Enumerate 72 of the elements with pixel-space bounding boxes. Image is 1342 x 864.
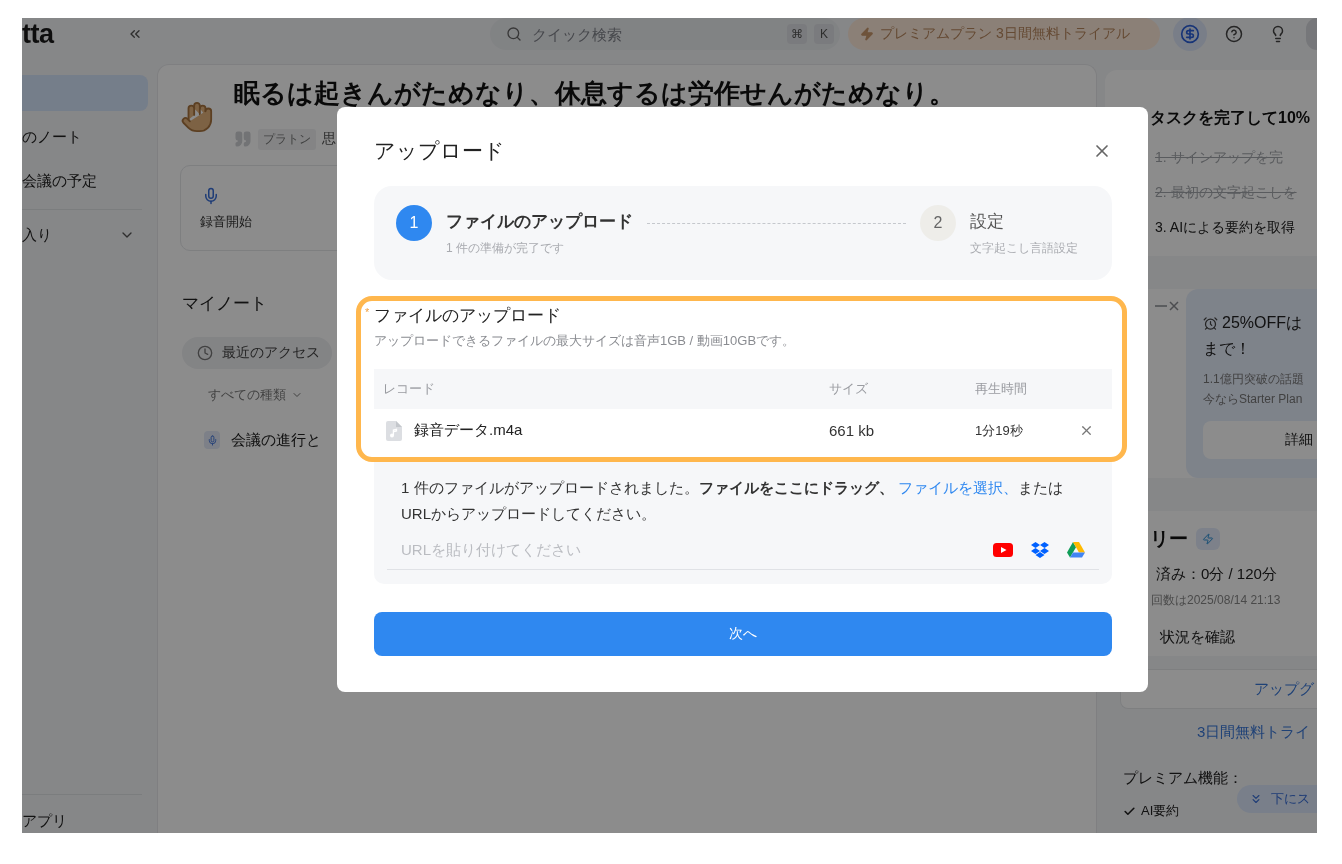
- upgrade-button[interactable]: アップグ: [1120, 669, 1317, 709]
- column-header: 再生時間: [974, 380, 1028, 398]
- dollar-icon[interactable]: [1173, 18, 1207, 51]
- task-item: 3. AIによる要約を取得: [1155, 218, 1296, 237]
- section-title: マイノート: [182, 293, 267, 315]
- hand-icon: [180, 100, 214, 134]
- microphone-icon: [202, 187, 220, 205]
- sidebar-item[interactable]: のノート: [22, 119, 148, 155]
- step-number: 2: [920, 205, 956, 241]
- scroll-down-button[interactable]: 下にス: [1237, 785, 1317, 813]
- table-cell-text: 661 kb: [828, 422, 876, 439]
- sidebar-item[interactable]: 会議の予定: [22, 163, 148, 199]
- dialog-title: アップロード: [374, 138, 505, 164]
- promo-headline: 25%OFFは: [1222, 312, 1302, 333]
- section-label: ファイルのアップロード: [374, 305, 561, 327]
- table-cell-text: 1分19秒: [974, 421, 1024, 440]
- sidebar-section[interactable]: 入り: [22, 217, 148, 253]
- promo-headline: まで！: [1203, 338, 1251, 359]
- premium-trial-button[interactable]: プレミアムプラン 3日間無料トライアル: [848, 18, 1160, 50]
- column-header: サイズ: [828, 380, 869, 398]
- feature-text: AI要約: [1141, 802, 1180, 820]
- shortcut-key: ⌘: [787, 24, 807, 44]
- chevrons-down-icon: [1249, 792, 1263, 806]
- trial-link[interactable]: 3日間無料トライ: [1197, 721, 1311, 743]
- search-field[interactable]: クイック検索 ⌘ K: [490, 18, 840, 50]
- filter-chip[interactable]: 最近のアクセス: [182, 337, 332, 369]
- features-title: プレミアム機能：: [1123, 768, 1243, 788]
- promo-text: 1.1億円突破の話題: [1203, 371, 1305, 388]
- shortcut-key: K: [814, 24, 834, 44]
- usage-text: 回数は2025/08/14 21:13: [1151, 592, 1281, 609]
- url-input[interactable]: URLを貼り付けてください: [401, 541, 975, 558]
- usage-text: 済み：0分 / 120分: [1156, 564, 1277, 584]
- details-button[interactable]: 詳細: [1203, 421, 1317, 459]
- promo-text: 今ならStarter Plan: [1203, 391, 1304, 408]
- search-icon: [506, 26, 522, 42]
- upload-hint: アップロードできるファイルの最大サイズは音声1GB / 動画10GBです。: [374, 332, 797, 350]
- audio-file-icon: [386, 420, 402, 441]
- required-mark: *: [365, 305, 371, 319]
- check-icon: [1123, 804, 1136, 818]
- lightning-icon: [860, 27, 874, 41]
- drive-icon[interactable]: [1067, 541, 1085, 558]
- type-filter[interactable]: すべての種類: [208, 385, 303, 405]
- step-subtitle: 文字起こし言語設定: [970, 240, 1078, 257]
- dropbox-icon[interactable]: [1031, 541, 1049, 558]
- close-icon[interactable]: [1155, 301, 1179, 311]
- sidebar-item[interactable]: アプリ: [22, 809, 67, 833]
- file-name: 録音データ.m4a: [414, 421, 523, 440]
- step-subtitle: 1 件の準備が完了です: [446, 240, 565, 257]
- url-field[interactable]: URLを貼り付けてください: [387, 530, 1099, 570]
- upload-instructions: 1 件のファイルがアップロードされました。ファイルをここにドラッグ、 ファイルを選択、またはURLからアップロードしてください。: [400, 478, 1064, 524]
- step-number: 1: [396, 205, 432, 241]
- quote-source: 思: [322, 130, 336, 148]
- microphone-icon: [204, 431, 220, 449]
- next-button[interactable]: 次へ: [374, 612, 1112, 656]
- remove-icon[interactable]: [1079, 423, 1094, 438]
- step-title: ファイルのアップロード: [446, 211, 633, 233]
- usage-link[interactable]: 状況を確認: [1160, 626, 1235, 648]
- alarm-clock-icon: [1203, 315, 1218, 331]
- quote-icon: [234, 130, 252, 148]
- clock-icon: [197, 345, 213, 361]
- usage-title: リー: [1150, 527, 1188, 551]
- select-file-link[interactable]: ファイルを選択、: [897, 479, 1018, 496]
- step-title: 設定: [970, 211, 1005, 233]
- help-icon[interactable]: [1225, 25, 1243, 43]
- logo: tta: [22, 20, 54, 48]
- task-title: タスクを完了して10%: [1150, 108, 1312, 128]
- search-input[interactable]: クイック検索: [532, 25, 777, 43]
- quote-title: 眠るは起きんがためなり、休息するは労作せんがためなり。: [234, 77, 955, 109]
- note-title[interactable]: 会議の進行と: [231, 430, 321, 450]
- lightning-icon: [1196, 528, 1220, 550]
- column-header: レコード: [382, 380, 436, 398]
- youtube-icon[interactable]: [993, 542, 1013, 557]
